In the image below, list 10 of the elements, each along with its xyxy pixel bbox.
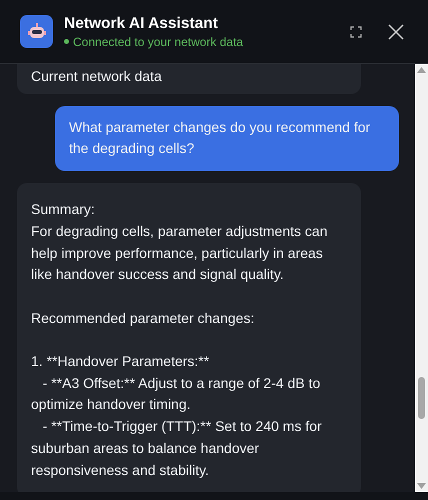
- scroll-down-icon[interactable]: [417, 483, 426, 489]
- user-message: What parameter changes do you recommend for the degrading cells?: [55, 106, 399, 172]
- scrollbar[interactable]: [415, 64, 428, 492]
- assistant-message: Current network data: [17, 64, 361, 94]
- scroll-up-icon[interactable]: [417, 67, 426, 73]
- scroll-thumb[interactable]: [418, 377, 425, 419]
- assistant-message: Summary: For degrading cells, parameter adjustments can help improve performance, particularly in areas like handover success and signal quality. Recommended parameter changes: 1. **Handover Parameters:** - **A3 Offset:** Adjust to a range of 2-4 dB to optimize handover timing. - **Time-to-Trigger (TTT):** Set to 240 ms for suburban areas to balance handover responsiveness and stability.: [17, 183, 361, 492]
- window-title: Network AI Assistant: [64, 14, 219, 32]
- robot-logo: [20, 15, 53, 48]
- connection-status: Connected to your network data: [64, 34, 328, 48]
